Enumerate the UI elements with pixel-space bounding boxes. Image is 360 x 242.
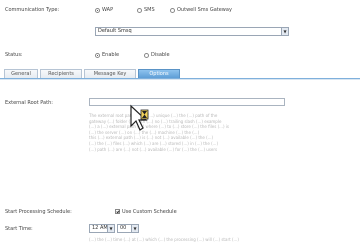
profile-select[interactable]: Default Smsq ▼ <box>95 27 289 36</box>
external-root-path-label: External Root Path: <box>5 100 53 106</box>
radio-outwell-sms-gateway[interactable] <box>170 8 175 13</box>
radio-disable-label: Disable <box>151 52 170 58</box>
chevron-down-icon: ▼ <box>107 225 114 232</box>
chevron-down-icon: ▼ <box>131 225 138 232</box>
start-minute-value: 00 <box>120 225 127 231</box>
radio-enable-label: Enable <box>102 52 120 58</box>
start-hour-select[interactable]: 12 AM ▼ <box>89 224 115 233</box>
start-time-label: Start Time: <box>5 226 33 232</box>
tab-general[interactable]: General <box>4 69 38 78</box>
profile-select-value: Default Smsq <box>98 28 132 34</box>
communication-type-label: Communication Type: <box>5 7 60 13</box>
tab-recipients[interactable]: Recipients <box>40 69 82 78</box>
start-hour-value: 12 AM <box>92 225 108 231</box>
radio-wap[interactable] <box>95 8 100 13</box>
chevron-down-icon: ▼ <box>281 28 288 35</box>
start-processing-schedule-label: Start Processing Schedule: <box>5 209 72 215</box>
start-minute-select[interactable]: 00 ▼ <box>117 224 139 233</box>
radio-sms[interactable] <box>137 8 142 13</box>
tab-bar: General Recipients Message Key Options <box>0 68 360 79</box>
radio-outwell-sms-gateway-label: Outwell Sms Gateway <box>177 7 232 13</box>
use-custom-schedule-label: Use Custom Schedule <box>122 209 177 215</box>
help-line: (...) path (...) are (...) not (...) ava… <box>89 146 218 152</box>
busy-cursor-icon <box>130 104 149 131</box>
radio-disable[interactable] <box>144 53 149 58</box>
radio-wap-label: WAP <box>102 7 114 13</box>
radio-sms-label: SMS <box>144 7 155 13</box>
tab-options[interactable]: Options <box>138 69 180 78</box>
status-label: Status: <box>5 52 23 58</box>
radio-enable[interactable] <box>95 53 100 58</box>
use-custom-schedule-checkbox[interactable] <box>115 209 120 214</box>
tab-message-key[interactable]: Message Key <box>84 69 136 78</box>
external-root-path-input[interactable] <box>89 98 285 106</box>
